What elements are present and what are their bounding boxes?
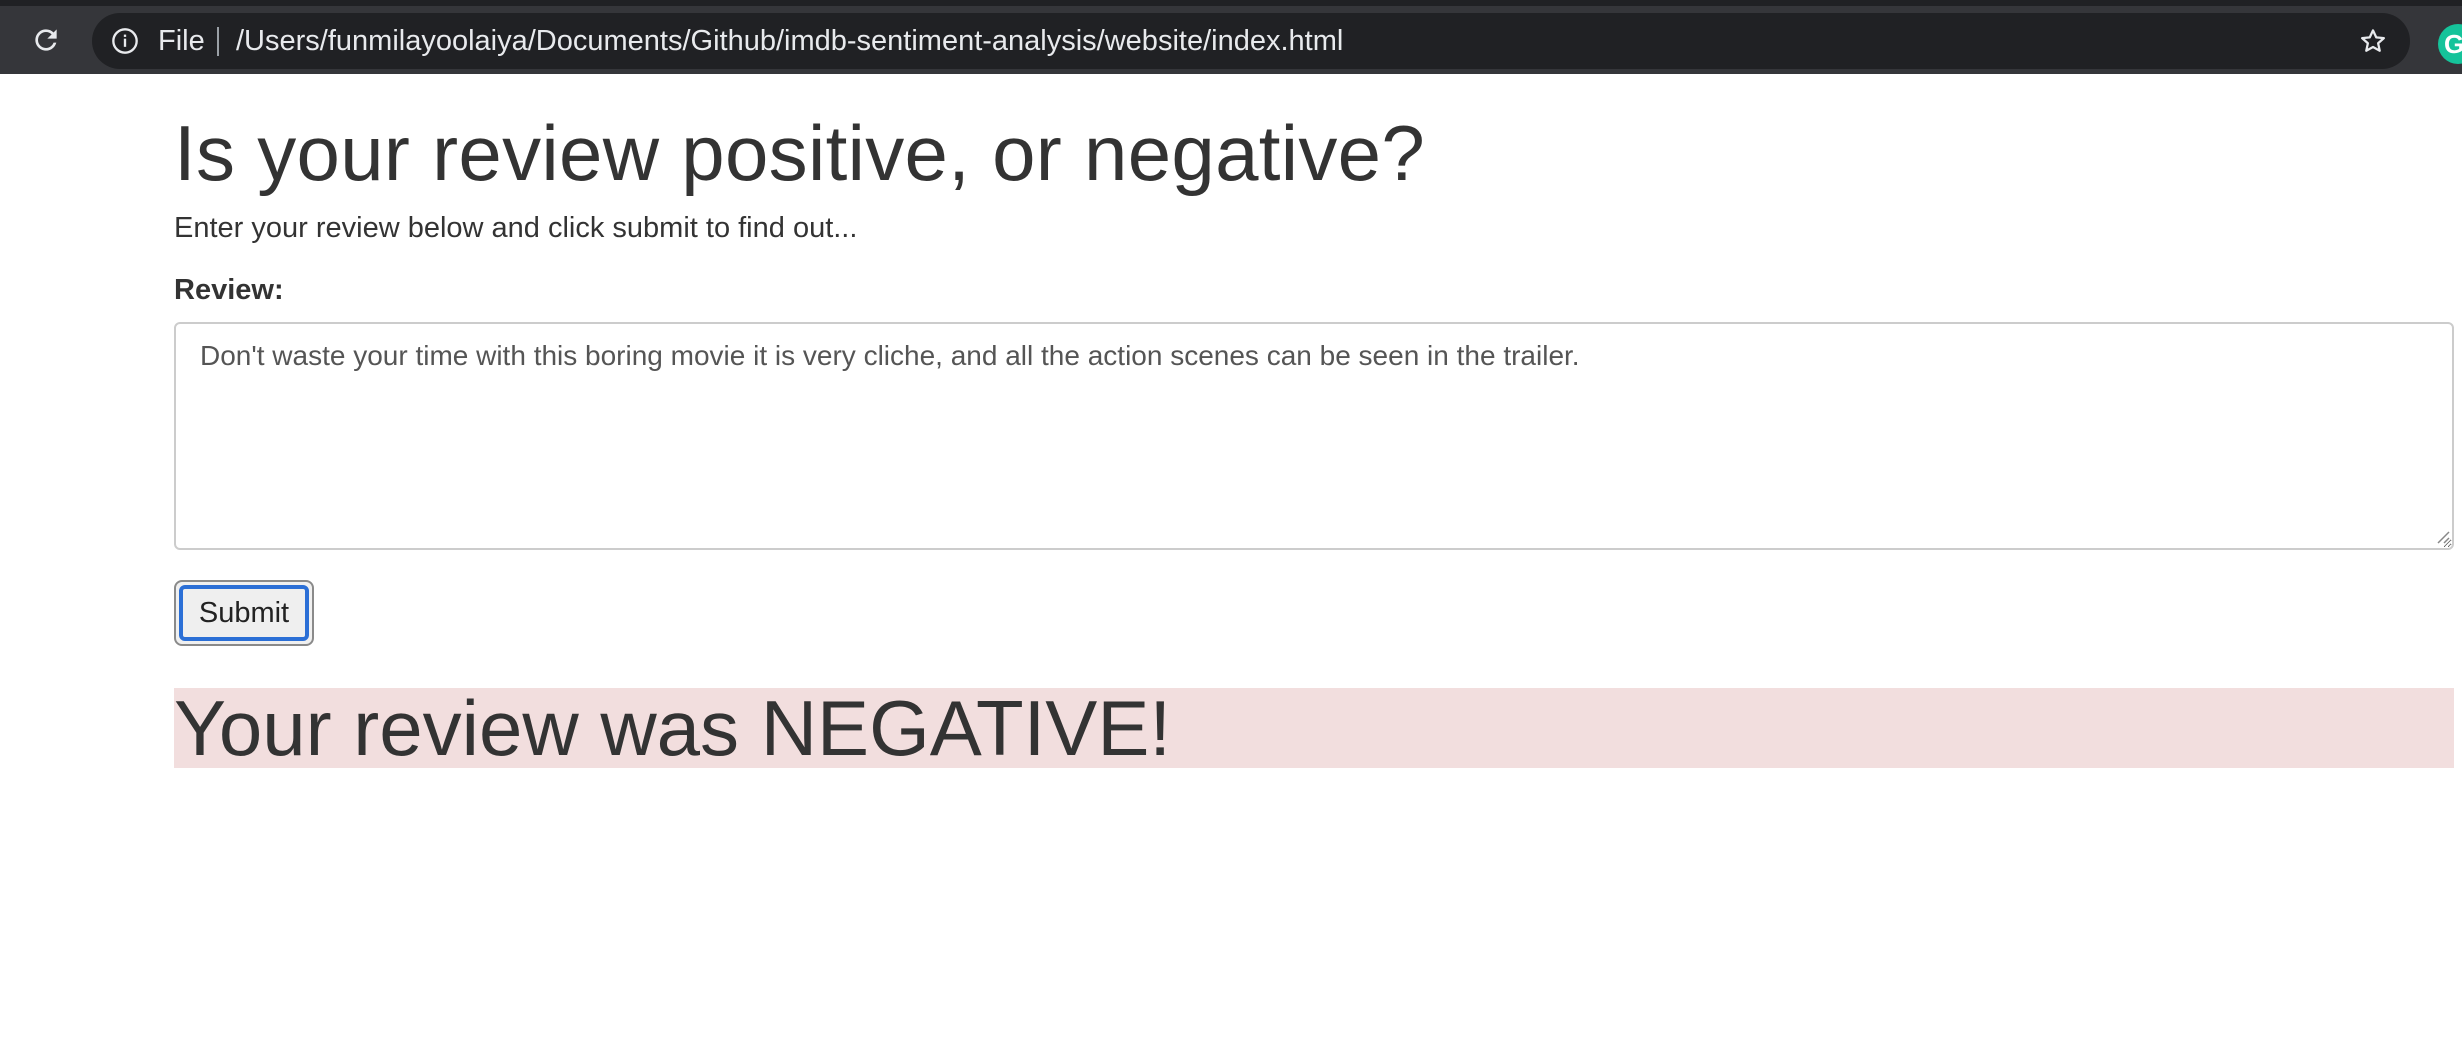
browser-toolbar: File /Users/funmilayoolaiya/Documents/Gi… [0,0,2462,74]
info-icon[interactable] [110,26,140,56]
page-subtitle: Enter your review below and click submit… [174,212,858,244]
result-alert: Your review was NEGATIVE! [174,688,2454,768]
page-title: Is your review positive, or negative? [174,109,1426,197]
submit-button-label: Submit [179,585,309,641]
reload-icon[interactable] [26,20,66,60]
grammarly-icon[interactable]: G [2438,24,2462,64]
address-bar[interactable]: File /Users/funmilayoolaiya/Documents/Gi… [92,13,2410,69]
omnibox-divider [217,27,219,56]
url-text[interactable]: /Users/funmilayoolaiya/Documents/Github/… [236,13,1343,69]
submit-button[interactable]: Submit [174,580,314,646]
review-label: Review: [174,274,284,306]
result-text: Your review was NEGATIVE! [174,684,1172,772]
star-icon[interactable] [2356,24,2390,58]
resize-grip-icon[interactable] [2434,528,2450,544]
review-textarea[interactable]: Don't waste your time with this boring m… [174,322,2454,550]
url-scheme-label: File [158,25,205,57]
